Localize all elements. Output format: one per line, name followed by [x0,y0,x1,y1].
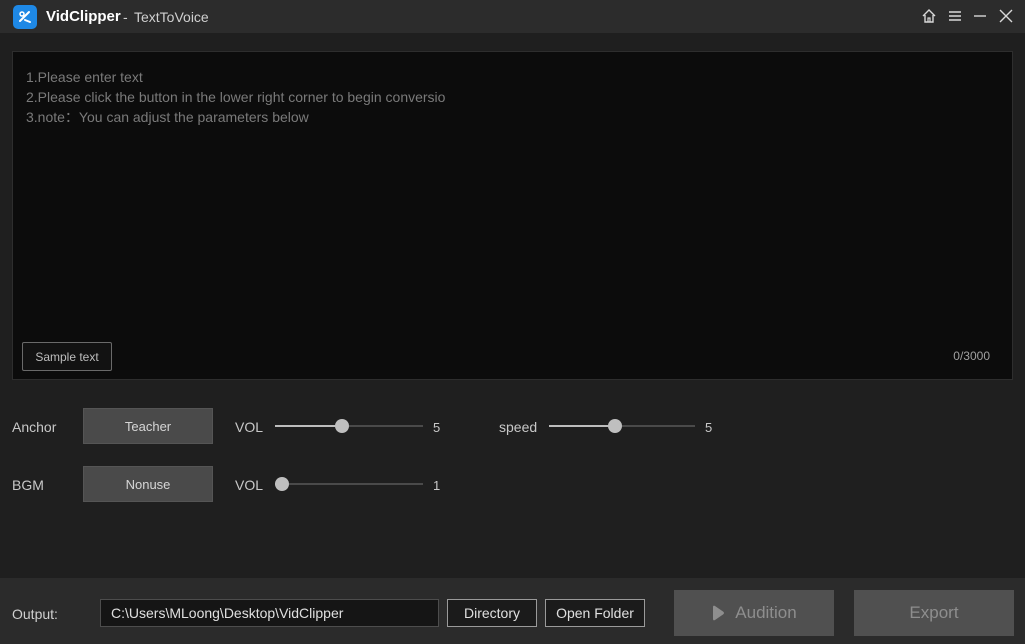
placeholder-line: 3.note：You can adjust the parameters bel… [26,109,309,125]
audition-label: Audition [735,603,797,622]
bgm-vol-slider[interactable] [275,477,423,491]
audition-button[interactable]: Audition [674,590,834,636]
directory-button[interactable]: Directory [447,599,537,627]
speed-value: 5 [705,420,713,435]
slider-handle[interactable] [608,419,623,433]
placeholder-text: 1.Please enter text 2.Please click the b… [26,67,445,127]
title-separator: - [123,9,128,25]
home-icon[interactable] [919,6,939,26]
anchor-vol-label: VOL [235,419,264,435]
slider-track [275,483,423,485]
app-logo-icon [13,5,37,29]
placeholder-line: 1.Please enter text [26,69,143,85]
output-label: Output: [12,606,58,622]
bgm-track-select[interactable]: Nonuse [83,466,213,502]
text-input-area[interactable]: 1.Please enter text 2.Please click the b… [12,51,1013,380]
close-icon[interactable] [996,6,1016,26]
speed-slider[interactable] [549,419,695,433]
bgm-vol-label: VOL [235,477,264,493]
anchor-label: Anchor [12,419,57,435]
placeholder-line: 2.Please click the button in the lower r… [26,89,446,105]
app-name: VidClipper [46,8,121,25]
open-folder-button[interactable]: Open Folder [545,599,645,627]
output-bar: Output: Directory Open Folder Audition E… [0,578,1025,644]
bgm-vol-value: 1 [433,478,441,493]
slider-handle[interactable] [275,477,289,491]
output-path-input[interactable] [100,599,439,627]
menu-icon[interactable] [945,6,965,26]
title-bar: VidClipper - TextToVoice [0,0,1025,33]
sample-text-button[interactable]: Sample text [22,342,112,371]
character-counter: 0/3000 [953,349,990,363]
anchor-voice-select[interactable]: Teacher [83,408,213,444]
anchor-vol-slider[interactable] [275,419,423,433]
slider-handle[interactable] [335,419,350,433]
anchor-vol-value: 5 [433,420,441,435]
play-icon [713,605,725,621]
minimize-icon[interactable] [970,6,990,26]
slider-fill [549,425,616,427]
export-button[interactable]: Export [854,590,1014,636]
bgm-label: BGM [12,477,44,493]
slider-fill [275,425,343,427]
speed-label: speed [499,419,538,435]
window-subtitle: TextToVoice [134,9,209,25]
